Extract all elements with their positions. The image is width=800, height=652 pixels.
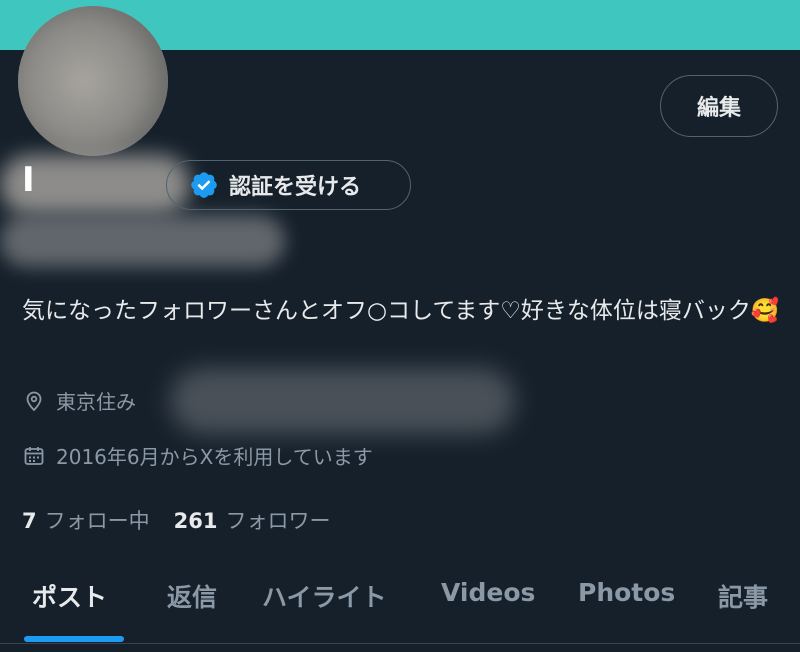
tab-replies[interactable]: 返信 <box>167 578 217 614</box>
get-verified-button[interactable]: 認証を受ける <box>166 160 411 210</box>
avatar-blurred-photo <box>18 6 168 156</box>
profile-join-date: 2016年6月からXを利用しています <box>22 441 373 470</box>
tab-photos[interactable]: Photos <box>578 578 675 607</box>
verified-badge-icon <box>191 172 217 198</box>
link-redaction <box>170 368 515 434</box>
followers-link[interactable]: 261 フォロワー <box>174 505 331 535</box>
profile-bio: 気になったフォロワーさんとオフ○コしてます♡好きな体位は寝バック🥰 <box>22 298 780 324</box>
username-redaction <box>0 215 285 267</box>
edit-profile-button[interactable]: 編集 <box>660 75 778 137</box>
join-date-text: 2016年6月からXを利用しています <box>56 445 373 469</box>
profile-location: 東京住み <box>22 386 136 415</box>
tab-articles[interactable]: 記事 <box>718 578 768 614</box>
tabs-divider <box>0 643 800 644</box>
following-count: 7 <box>22 509 37 533</box>
display-name: I <box>22 160 35 200</box>
tab-posts[interactable]: ポスト <box>32 578 107 614</box>
profile-avatar[interactable] <box>18 6 168 156</box>
following-link[interactable]: 7 フォロー中 <box>22 505 150 535</box>
followers-count: 261 <box>173 509 218 533</box>
location-text: 東京住み <box>56 390 136 414</box>
tab-videos[interactable]: Videos <box>441 578 535 607</box>
following-label: フォロー中 <box>44 509 150 533</box>
location-pin-icon <box>26 391 42 411</box>
active-tab-indicator <box>24 636 124 642</box>
get-verified-label: 認証を受ける <box>229 175 362 200</box>
profile-tabs: ポスト 返信 ハイライト Videos Photos 記事 <box>0 560 800 642</box>
follow-stats: 7 フォロー中 261 フォロワー <box>22 505 330 535</box>
followers-label: フォロワー <box>225 509 331 533</box>
calendar-icon <box>24 446 44 465</box>
tab-highlights[interactable]: ハイライト <box>262 578 387 614</box>
